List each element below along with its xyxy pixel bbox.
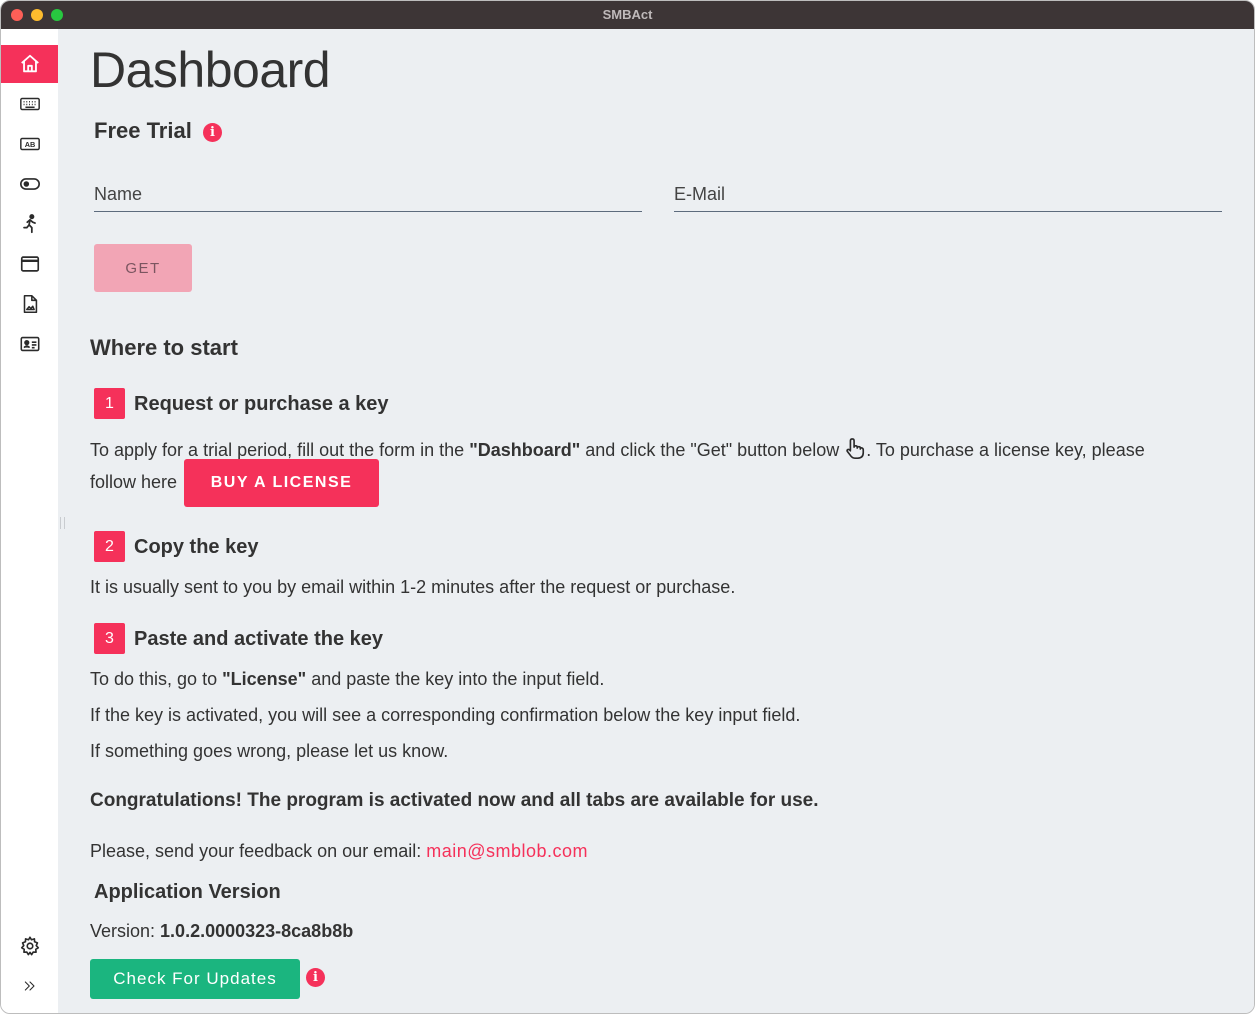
step-1-text-line2: follow here bbox=[90, 472, 178, 492]
email-field bbox=[674, 179, 1222, 212]
step-1-title: Request or purchase a key bbox=[134, 393, 389, 415]
step-1-text-b: "Dashboard" bbox=[469, 440, 581, 460]
step-3-text-c: and paste the key into the input field. bbox=[306, 669, 605, 689]
free-trial-heading-text: Free Trial bbox=[94, 118, 192, 143]
feedback-prefix: Please, send your feedback on our email: bbox=[90, 841, 427, 861]
step-3-text-a: To do this, go to bbox=[90, 669, 223, 689]
step-3-text-line3: If something goes wrong, please let us k… bbox=[90, 741, 449, 761]
check-for-updates-button[interactable]: Check For Updates bbox=[90, 959, 300, 999]
step-1-text-a: To apply for a trial period, fill out th… bbox=[90, 440, 470, 460]
gear-icon bbox=[20, 936, 39, 956]
step-2-text: It is usually sent to you by email withi… bbox=[90, 577, 736, 597]
step-2-badge: 2 bbox=[94, 531, 125, 562]
document-image-icon bbox=[23, 294, 37, 314]
page-title: Dashboard bbox=[90, 42, 331, 98]
step-1-text-d: . To purchase a license key, please bbox=[866, 440, 1145, 460]
step-1-text-c: and click the "Get" button below bbox=[580, 440, 845, 460]
buy-license-button[interactable]: BUY A LICENSE bbox=[184, 459, 379, 507]
step-1-badge: 1 bbox=[94, 388, 125, 419]
step-3-text-b: "License" bbox=[222, 669, 307, 689]
svg-text:AB: AB bbox=[24, 140, 35, 149]
resize-handle[interactable] bbox=[60, 517, 65, 529]
home-icon bbox=[20, 54, 39, 73]
title-bar: SMBAct bbox=[1, 1, 1254, 29]
sidebar-item-keyboard[interactable] bbox=[1, 85, 58, 123]
sidebar-item-dashboard[interactable] bbox=[1, 45, 58, 83]
version-text: Version: 1.0.2.0000323-8ca8b8b bbox=[90, 921, 353, 942]
congratulations-text: Congratulations! The program is activate… bbox=[90, 790, 819, 811]
update-info-icon[interactable]: i bbox=[306, 968, 325, 987]
sidebar-item-contact[interactable] bbox=[1, 325, 58, 363]
version-label: Version: bbox=[90, 921, 161, 941]
sidebar-item-document[interactable] bbox=[1, 285, 58, 323]
window-title: SMBAct bbox=[602, 7, 653, 22]
double-chevron-right-icon bbox=[24, 981, 35, 991]
keyboard-icon bbox=[19, 97, 40, 111]
step-3-title: Paste and activate the key bbox=[134, 628, 384, 650]
step-3-badge: 3 bbox=[94, 623, 125, 654]
pointing-hand-icon bbox=[846, 438, 865, 459]
app-window: SMBAct AB Dashboard Free Trial i Name E-… bbox=[0, 0, 1255, 1014]
sidebar-item-actions[interactable] bbox=[1, 205, 58, 243]
ab-text-icon: AB bbox=[19, 137, 40, 151]
where-to-start-heading: Where to start bbox=[90, 335, 238, 360]
step-3-text-line1: To do this, go to "License" and paste th… bbox=[90, 669, 604, 690]
sidebar-item-toggle[interactable] bbox=[1, 165, 58, 203]
sidebar-item-window[interactable] bbox=[1, 245, 58, 283]
info-icon[interactable]: i bbox=[202, 123, 222, 142]
sidebar-expand-toggle[interactable] bbox=[1, 967, 58, 1005]
step-2-title: Copy the key bbox=[134, 536, 259, 558]
sidebar-item-settings[interactable] bbox=[1, 927, 58, 965]
feedback-email-link[interactable]: main@smblob.com bbox=[426, 841, 588, 861]
email-input[interactable] bbox=[674, 179, 1222, 209]
browser-window-icon bbox=[20, 256, 39, 272]
running-person-icon bbox=[22, 214, 36, 234]
step-3-text-line2: If the key is activated, you will see a … bbox=[90, 705, 801, 725]
name-input[interactable] bbox=[94, 179, 642, 209]
version-value: 1.0.2.0000323-8ca8b8b bbox=[160, 921, 354, 941]
name-field bbox=[94, 179, 642, 212]
sidebar: AB bbox=[1, 29, 58, 1013]
toggle-icon bbox=[19, 178, 40, 190]
app-version-heading: Application Version bbox=[94, 881, 281, 903]
feedback-text: Please, send your feedback on our email:… bbox=[90, 841, 588, 862]
get-trial-button[interactable]: GET bbox=[94, 244, 192, 292]
step-1-text: To apply for a trial period, fill out th… bbox=[90, 437, 1145, 461]
main-content: Dashboard Free Trial i GET Where to star… bbox=[58, 29, 1254, 1013]
free-trial-heading: Free Trial i bbox=[94, 118, 222, 144]
sidebar-item-text[interactable]: AB bbox=[1, 125, 58, 163]
contact-card-icon bbox=[20, 336, 39, 352]
